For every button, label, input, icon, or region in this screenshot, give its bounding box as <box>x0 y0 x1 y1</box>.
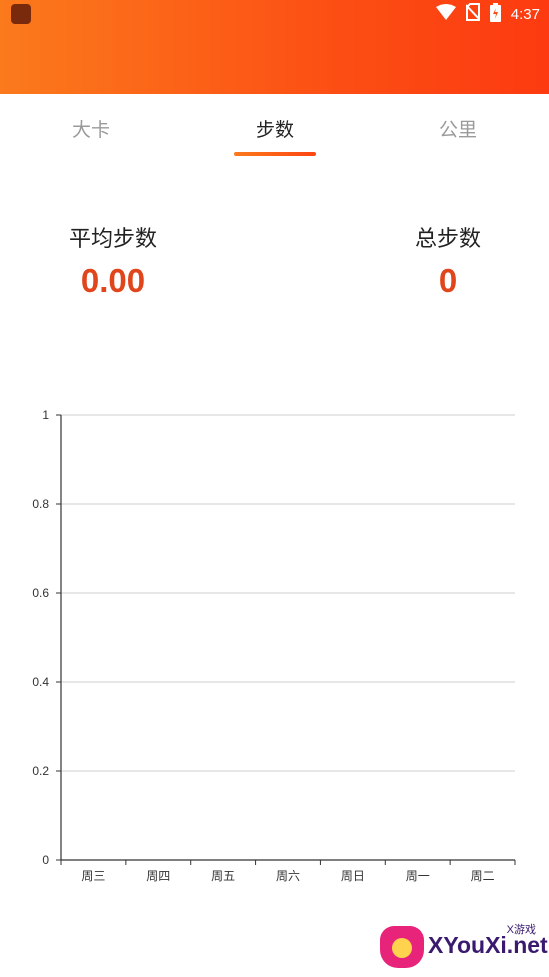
y-tick-label: 1 <box>42 408 49 422</box>
x-tick-label: 周二 <box>471 869 495 883</box>
tab-calories[interactable]: 大卡 <box>72 115 110 142</box>
y-tick-label: 0.4 <box>32 675 49 689</box>
tab-kilometers[interactable]: 公里 <box>439 115 477 142</box>
wifi-icon <box>435 4 456 24</box>
y-tick-label: 0.6 <box>32 586 49 600</box>
app-notification-icon <box>11 4 31 24</box>
x-tick-label: 周四 <box>146 869 170 883</box>
average-steps-value: 0.00 <box>80 262 146 299</box>
watermark-small-text: X游戏 <box>506 924 536 936</box>
total-steps-value: 0 <box>438 262 458 299</box>
y-tick-label: 0.8 <box>32 497 49 511</box>
y-tick-label: 0 <box>42 853 49 867</box>
x-tick-label: 周一 <box>406 869 430 883</box>
no-sim-icon <box>465 3 481 25</box>
steps-bar-chart: 0 0.2 0.4 0.6 0.8 1 周三 周四 周五 周六 周日 周一 周二 <box>32 408 516 883</box>
status-bar: 4:37 <box>0 0 549 30</box>
status-time: 4:37 <box>510 5 540 23</box>
tab-steps[interactable]: 步数 <box>256 115 294 142</box>
watermark-logo <box>380 926 424 968</box>
x-tick-label: 周三 <box>81 869 105 883</box>
x-tick-label: 周日 <box>341 869 365 883</box>
x-tick-label: 周六 <box>276 869 300 883</box>
header-bar: 4:37 <box>0 0 549 94</box>
y-tick-label: 0.2 <box>32 764 49 778</box>
x-tick-label: 周五 <box>211 869 235 883</box>
battery-charging-icon <box>489 2 501 26</box>
tab-active-indicator <box>234 152 316 156</box>
average-steps-label: 平均步数 <box>68 227 158 252</box>
watermark: XYouXi.net X游戏 <box>376 918 548 972</box>
total-steps-label: 总步数 <box>414 227 482 252</box>
